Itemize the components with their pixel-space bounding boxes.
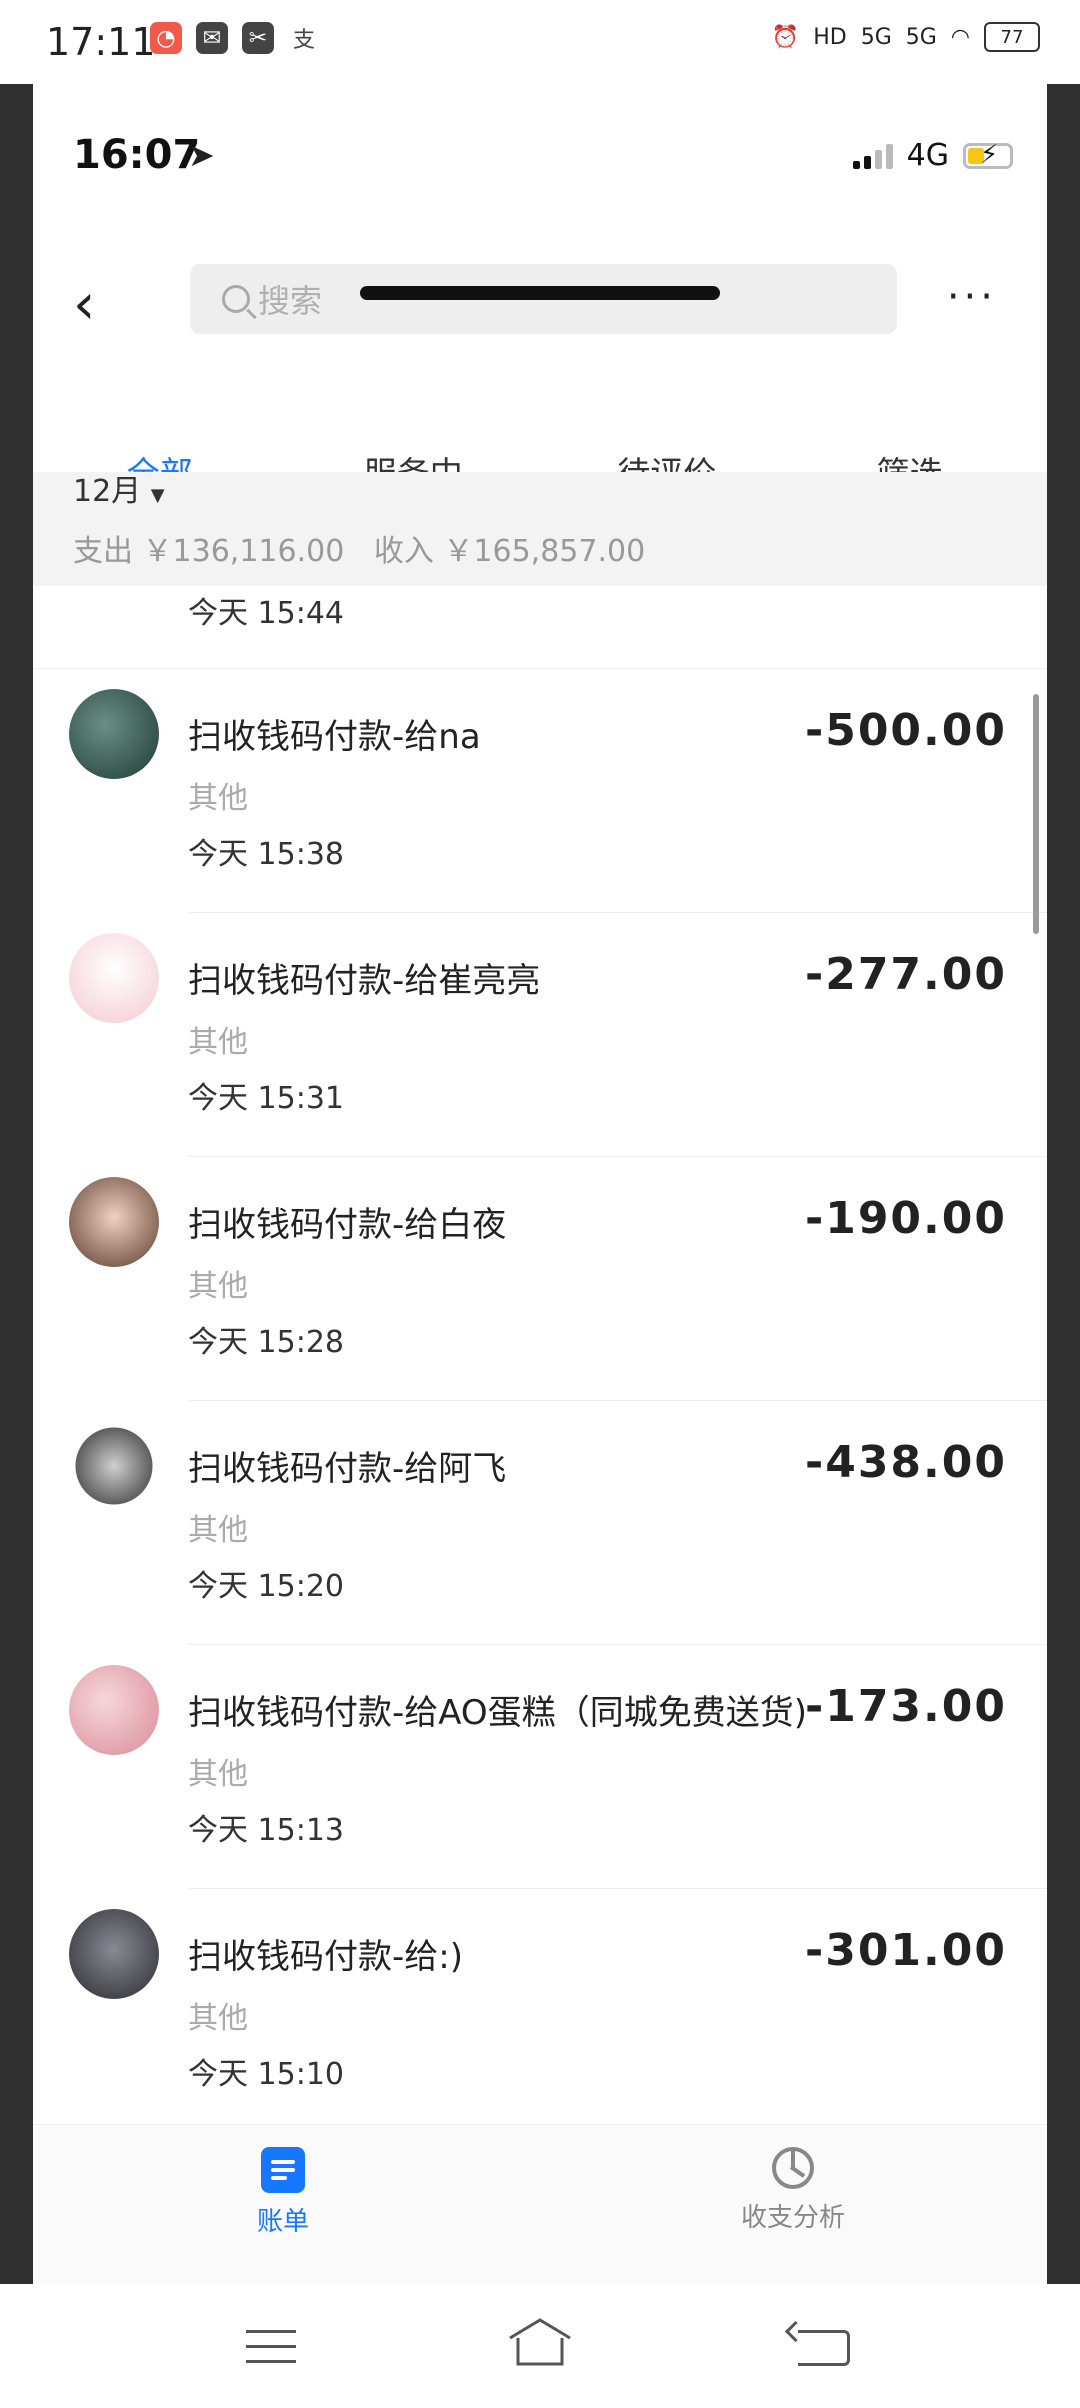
notification-icons: ◔ ✉ ✂ 支 xyxy=(150,22,320,54)
list-item-partial[interactable]: 今天 15:44 xyxy=(33,586,1047,669)
transaction-list: 今天 15:44 扫收钱码付款-给na 其他 今天 15:38 -500.00 … xyxy=(33,586,1047,2133)
transaction-title: 扫收钱码付款-给阿飞 xyxy=(188,1449,507,1489)
transaction-category: 其他 xyxy=(188,1269,248,1304)
menu-icon[interactable] xyxy=(246,2330,296,2375)
avatar xyxy=(69,933,159,1023)
ios-status-bar: 16:07 ➤ 4G ⚡ xyxy=(33,84,1047,214)
scissors-app-icon: ✂ xyxy=(242,22,274,54)
embedded-screenshot: 16:07 ➤ 4G ⚡ ‹ 搜索 ··· 全部 服务中 待评价 筛选▼ xyxy=(33,84,1047,2284)
ios-battery-icon: ⚡ xyxy=(963,140,1013,170)
transaction-time: 今天 15:28 xyxy=(188,1325,344,1360)
transaction-row[interactable]: 扫收钱码付款-给崔亮亮 其他 今天 15:31 -277.00 xyxy=(33,913,1047,1157)
system-status-bar: 17:11 ◔ ✉ ✂ 支 ⏰ HD 5G 5G ◠ 77 xyxy=(0,0,1080,84)
expense-total: 支出 ￥136,116.00 xyxy=(73,534,345,569)
month-label: 12月 xyxy=(73,474,142,509)
summary-totals: 支出 ￥136,116.00 收入 ￥165,857.00 xyxy=(73,526,665,570)
search-placeholder: 搜索 xyxy=(258,282,323,320)
transaction-category: 其他 xyxy=(188,2001,248,2036)
network-type: 4G xyxy=(906,138,949,173)
transaction-amount: -277.00 xyxy=(804,949,1007,1000)
signal-icon-1: 5G xyxy=(860,24,892,50)
month-selector[interactable]: 12月 ▼ xyxy=(73,466,165,510)
navigation-bar: ‹ 搜索 ··· xyxy=(33,254,1047,354)
wifi-icon: ◠ xyxy=(950,24,970,50)
month-summary: 12月 ▼ 支出 ￥136,116.00 收入 ￥165,857.00 xyxy=(33,472,1047,586)
transaction-time: 今天 15:31 xyxy=(188,1081,344,1116)
scrollbar[interactable] xyxy=(1033,694,1039,934)
system-indicators: ⏰ HD 5G 5G ◠ 77 xyxy=(772,22,1040,52)
caret-down-icon: ▼ xyxy=(150,485,165,506)
transaction-time: 今天 15:10 xyxy=(188,2057,344,2092)
tab-analysis-label: 收支分析 xyxy=(740,2203,845,2233)
transaction-amount: -500.00 xyxy=(804,705,1007,756)
home-indicator xyxy=(360,286,720,300)
hd-icon: HD xyxy=(813,24,847,50)
ios-time: 16:07 xyxy=(73,132,201,178)
transaction-amount: -173.00 xyxy=(804,1681,1007,1732)
signal-icon-2: 5G xyxy=(905,24,937,50)
location-arrow-icon: ➤ xyxy=(188,136,215,174)
tab-analysis[interactable]: 收支分析 xyxy=(723,2147,863,2234)
transaction-title: 扫收钱码付款-给na xyxy=(188,717,481,757)
avatar xyxy=(69,1909,159,1999)
transaction-title: 扫收钱码付款-给崔亮亮 xyxy=(188,961,541,1001)
transaction-time: 今天 15:20 xyxy=(188,1569,344,1604)
transaction-time: 今天 15:13 xyxy=(188,1813,344,1848)
alarm-icon: ⏰ xyxy=(771,24,800,50)
transaction-amount: -301.00 xyxy=(804,1925,1007,1976)
transaction-amount: -190.00 xyxy=(804,1193,1007,1244)
transaction-row[interactable]: 扫收钱码付款-给白夜 其他 今天 15:28 -190.00 xyxy=(33,1157,1047,1401)
avatar xyxy=(69,1177,159,1267)
transaction-row[interactable]: 扫收钱码付款-给AO蛋糕（同城免费送货) 其他 今天 15:13 -173.00 xyxy=(33,1645,1047,1889)
tab-bill-label: 账单 xyxy=(256,2207,309,2237)
weibo-app-icon: ◔ xyxy=(150,22,182,54)
ios-indicators: 4G ⚡ xyxy=(852,138,1013,173)
tab-bill[interactable]: 账单 xyxy=(213,2147,353,2238)
alipay-icon: 支 xyxy=(292,28,315,53)
system-navigation-bar xyxy=(0,2284,1080,2408)
back-nav-icon[interactable] xyxy=(798,2330,850,2366)
transaction-amount: -438.00 xyxy=(804,1437,1007,1488)
transaction-title: 扫收钱码付款-给白夜 xyxy=(188,1205,507,1245)
cellular-signal-icon xyxy=(852,143,893,169)
transaction-category: 其他 xyxy=(188,1513,248,1548)
transaction-category: 其他 xyxy=(188,781,248,816)
bill-icon xyxy=(261,2147,305,2193)
avatar xyxy=(69,1421,159,1511)
pie-chart-icon xyxy=(772,2147,814,2189)
home-icon[interactable] xyxy=(506,2316,574,2368)
transaction-row[interactable]: 扫收钱码付款-给:) 其他 今天 15:10 -301.00 xyxy=(33,1889,1047,2133)
transaction-category: 其他 xyxy=(188,1757,248,1792)
more-icon[interactable]: ··· xyxy=(947,274,997,320)
transaction-row[interactable]: 扫收钱码付款-给na 其他 今天 15:38 -500.00 xyxy=(33,669,1047,913)
battery-icon: 77 xyxy=(984,22,1040,52)
transaction-title: 扫收钱码付款-给AO蛋糕（同城免费送货) xyxy=(188,1693,807,1733)
transaction-category: 其他 xyxy=(188,1025,248,1060)
mail-icon: ✉ xyxy=(196,22,228,54)
item-time: 今天 15:44 xyxy=(188,596,344,631)
back-icon[interactable]: ‹ xyxy=(73,270,133,340)
bottom-tab-bar: 账单 收支分析 xyxy=(33,2124,1047,2284)
transaction-title: 扫收钱码付款-给:) xyxy=(188,1937,463,1977)
transaction-row[interactable]: 扫收钱码付款-给阿飞 其他 今天 15:20 -438.00 xyxy=(33,1401,1047,1645)
system-time: 17:11 xyxy=(46,20,156,64)
transaction-time: 今天 15:38 xyxy=(188,837,344,872)
avatar xyxy=(69,1665,159,1755)
income-total: 收入 ￥165,857.00 xyxy=(373,534,646,569)
avatar xyxy=(69,689,159,779)
search-icon xyxy=(222,285,250,313)
